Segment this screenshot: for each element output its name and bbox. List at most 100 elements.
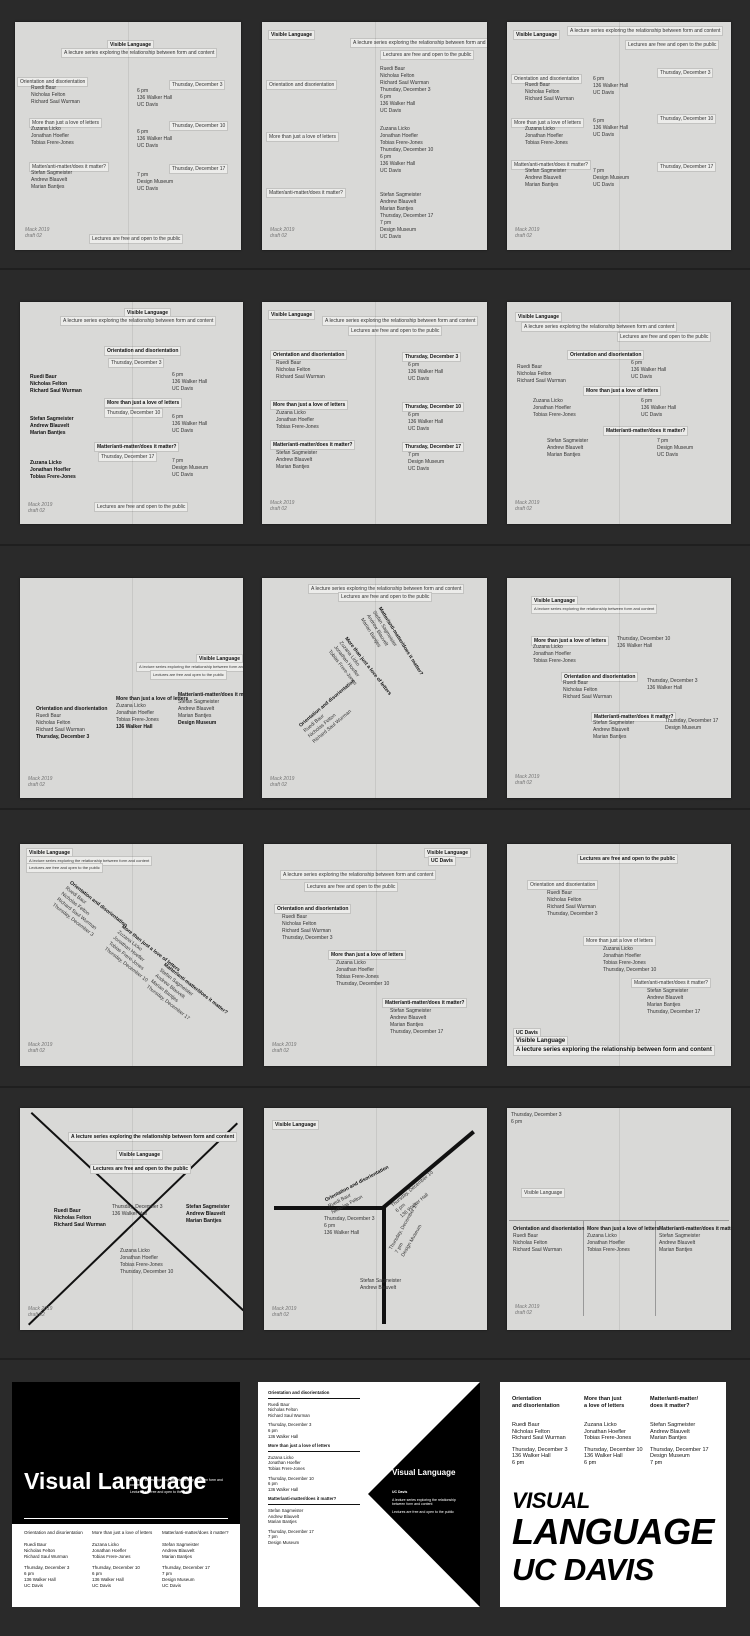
speaker-list: Zuzana Licko Jonathan Hoefler Tobias Fre… (533, 644, 576, 664)
final-poster-3: Orientation and disorientation More than… (500, 1382, 726, 1607)
title-strip: Visible Language (521, 1188, 566, 1198)
poster-column-2: More than just a love of letters Zuzana … (92, 1530, 153, 1588)
poster-column-3: Matter/anti-matter/does it matter? Stefa… (162, 1530, 229, 1588)
venue-block: 6 pm 136 Walker Hall UC Davis (172, 414, 208, 434)
venue-block: 6 pm 136 Walker Hall UC Davis (172, 372, 208, 392)
row-divider (0, 544, 750, 546)
pencil-note: Mack 2019 draft 02 (272, 1306, 297, 1318)
column-block: Matter/anti-matter/does it matter? Stefa… (659, 1226, 731, 1253)
public-note-strip: Lectures are free and open to the public (338, 592, 433, 602)
poster-rule (24, 1518, 228, 1519)
date-strip: Thursday, December 3 (657, 68, 714, 78)
draft-sheet-14: Visible Language Orientation and disorie… (264, 1108, 487, 1330)
top-note: Thursday, December 3 6 pm (511, 1112, 562, 1125)
date-strip: Thursday, December 10 (657, 114, 717, 124)
tagline-strip: A lecture series exploring the relations… (513, 1045, 715, 1056)
poster-big-title-campus: UC DAVIS (512, 1552, 654, 1587)
draft-sheet-12: Lectures are free and open to the public… (507, 844, 731, 1066)
session-title-strip: Matter/anti-matter/does it matter? (266, 188, 346, 198)
speaker-list: Stefan Sagmeister Andrew Blauvelt Marian… (390, 1008, 444, 1035)
date-strip: Thursday, December 10 (169, 121, 229, 131)
session-title-strip: More than just a love of letters (104, 398, 183, 408)
title-strip: Visible Language (513, 30, 561, 40)
poster-column-1: Ruedi Baur Nicholas Felton Richard Saul … (512, 1422, 568, 1466)
pencil-note: Mack 2019 draft 02 (28, 502, 53, 514)
session-block: Matter/anti-matter/does it matter? Stefa… (178, 692, 243, 726)
speaker-list: Stefan Sagmeister Andrew Blauvelt Marian… (31, 170, 73, 190)
poster-column-2: Zuzana Licko Jonathan Hoefler Tobias Fre… (584, 1422, 643, 1466)
poster-column-1: Orientation and disorientation Ruedi Bau… (24, 1530, 83, 1588)
draft-sheet-11: Visible Language UC Davis A lecture seri… (264, 844, 487, 1066)
session-title-strip: More than just a love of letters (266, 132, 339, 142)
session-title-strip: Matter/anti-matter/does it matter? (382, 998, 468, 1008)
tagline-strip: A lecture series exploring the relations… (68, 1132, 238, 1142)
tagline-strip: A lecture series exploring the relations… (521, 322, 678, 332)
speaker-list: Zuzana Licko Jonathan Hoefler Tobias Fre… (603, 946, 657, 973)
venue-block: 7 pm Design Museum UC Davis (172, 458, 209, 478)
session-title-strip: Orientation and disorientation (567, 350, 645, 360)
venue-block: 6 pm 136 Walker Hall UC Davis (641, 398, 677, 418)
speaker-venue-block: Ruedi Baur Nicholas Felton Richard Saul … (380, 66, 431, 114)
public-note-strip: Lectures are free and open to the public (617, 332, 712, 342)
speaker-list: Zuzana Licko Jonathan Hoefler Tobias Fre… (525, 126, 568, 146)
draft-sheet-8: A lecture series exploring the relations… (262, 578, 487, 798)
speaker-list: Ruedi Baur Nicholas Felton Richard Saul … (525, 82, 574, 102)
poster-heading-3: Matter/anti-matter/ does it matter? (650, 1396, 698, 1409)
public-note-strip: Lectures are free and open to the public (90, 1164, 192, 1174)
final-poster-2: Orientation and disorientation Ruedi Bau… (258, 1382, 480, 1607)
speaker-list: Stefan Sagmeister Andrew Blauvelt Marian… (276, 450, 318, 470)
date-strip: Thursday, December 10 (402, 402, 465, 412)
pencil-note: Mack 2019 draft 02 (270, 227, 295, 239)
pencil-note: Mack 2019 draft 02 (25, 227, 50, 239)
tagline-strip: A lecture series exploring the relations… (531, 604, 658, 614)
venue-block: Stefan Sagmeister Andrew Blauvelt (360, 1278, 402, 1291)
pencil-note: Mack 2019 draft 02 (515, 227, 540, 239)
speaker-list: Zuzana Licko Jonathan Hoefler Tobias Fre… (533, 398, 576, 418)
session-title-strip: Matter/anti-matter/does it matter? (631, 978, 711, 988)
public-note-strip: Lectures are free and open to the public (304, 882, 399, 892)
draft-sheet-2: Visible Language A lecture series explor… (262, 22, 487, 250)
date-strip: Thursday, December 17 (169, 164, 229, 174)
speaker-list: Ruedi Baur Nicholas Felton Richard Saul … (547, 890, 598, 917)
speaker-list: Ruedi Baur Nicholas Felton Richard Saul … (276, 360, 325, 380)
venue-block: Thursday, December 3 136 Walker Hall (647, 678, 698, 691)
pencil-note: Mack 2019 draft 02 (515, 500, 540, 512)
session-title-strip: More than just a love of letters (270, 400, 349, 410)
speaker-list: Ruedi Baur Nicholas Felton Richard Saul … (563, 680, 612, 700)
draft-sheet-1: Visible Language A lecture series explor… (15, 22, 241, 250)
speaker-list: Zuzana Licko Jonathan Hoefler Tobias Fre… (276, 410, 319, 430)
session-title-strip: Matter/anti-matter/does it matter? (603, 426, 689, 436)
final-poster-1: Visual Language A lecture series explori… (12, 1382, 240, 1607)
draft-sheet-10: Visible Language A lecture series explor… (20, 844, 243, 1066)
title-strip: Visible Language (268, 30, 316, 40)
date-strip: Thursday, December 3 (169, 80, 226, 90)
venue-block: 6 pm 136 Walker Hall UC Davis (408, 412, 444, 432)
session-title-strip: More than just a love of letters (583, 936, 656, 946)
pencil-note: Mack 2019 draft 02 (515, 1304, 540, 1316)
draft-sheet-3: Visible Language A lecture series explor… (507, 22, 731, 250)
venue-block: Thursday, December 3 136 Walker Hall (112, 1204, 163, 1217)
date-strip: Thursday, December 10 (104, 408, 164, 418)
poster-session-list: Orientation and disorientation Ruedi Bau… (268, 1390, 368, 1545)
row-divider (0, 1358, 750, 1360)
public-note-strip: Lectures are free and open to the public (94, 502, 189, 512)
speaker-list: Zuzana Licko Jonathan Hoefler Tobias Fre… (31, 126, 74, 146)
public-note-strip: Lectures are free and open to the public (625, 40, 720, 50)
venue-block: 6 pm 136 Walker Hall UC Davis (137, 88, 173, 108)
speaker-list: Stefan Sagmeister Andrew Blauvelt Marian… (647, 988, 701, 1015)
venue-block: 7 pm Design Museum UC Davis (593, 168, 630, 188)
session-title-strip: Orientation and disorientation (266, 80, 338, 90)
poster-heading-2: More than just a love of letters (584, 1396, 625, 1409)
draft-sheet-6: Visible Language A lecture series explor… (507, 302, 731, 524)
session-title-strip: More than just a love of letters (328, 950, 407, 960)
column-block: Orientation and disorientation Ruedi Bau… (513, 1226, 585, 1253)
pencil-note: Mack 2019 draft 02 (270, 776, 295, 788)
speaker-venue-block: Zuzana Licko Jonathan Hoefler Tobias Fre… (380, 126, 434, 174)
public-note-strip: Lectures are free and open to the public (150, 670, 227, 680)
poster-black-block (12, 1382, 240, 1524)
pencil-note: Mack 2019 draft 02 (270, 500, 295, 512)
venue-block: Thursday, December 10 136 Walker Hall (617, 636, 671, 649)
row-divider (0, 808, 750, 810)
speaker-list: Ruedi Baur Nicholas Felton Richard Saul … (54, 1208, 106, 1228)
poster-heading-1: Orientation and disorientation (512, 1396, 560, 1409)
